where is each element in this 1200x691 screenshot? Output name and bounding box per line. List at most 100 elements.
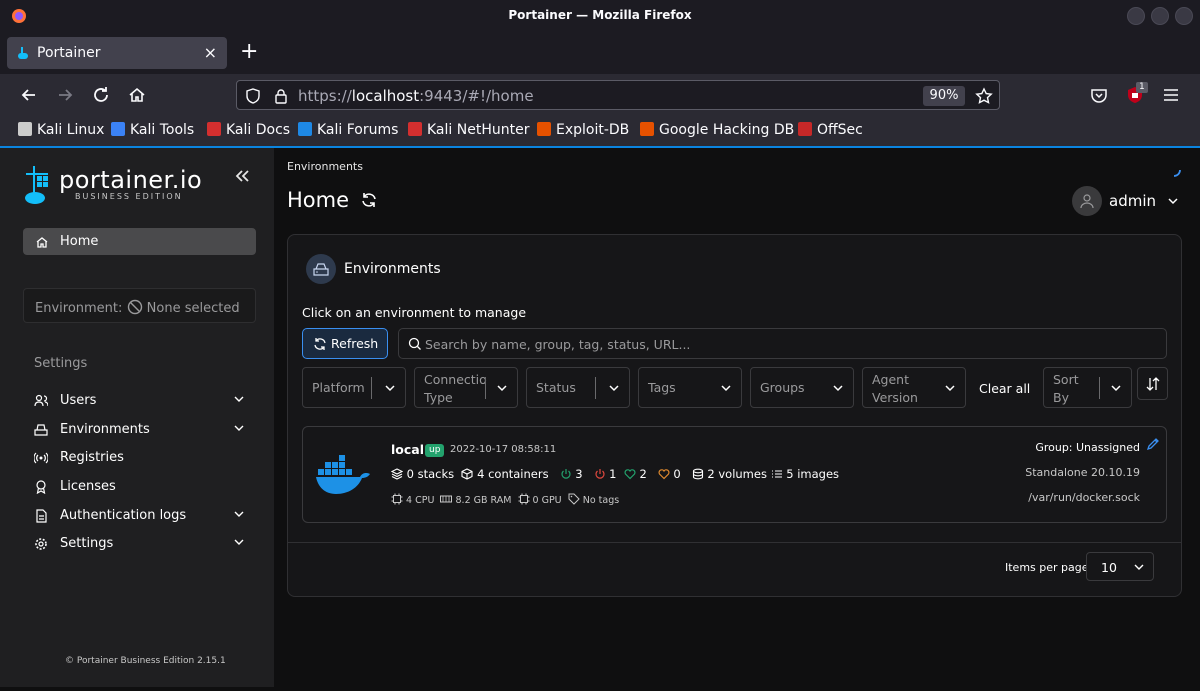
- tags-filter[interactable]: Tags: [638, 367, 742, 408]
- items-per-page-label: Items per page: [1005, 561, 1089, 574]
- items-per-page-select[interactable]: 10: [1086, 552, 1154, 581]
- broadcast-icon: [34, 452, 48, 464]
- sidebar-item-environments[interactable]: Environments: [34, 421, 246, 441]
- reload-icon: [94, 87, 108, 102]
- sidebar-item-registries[interactable]: Registries: [34, 449, 246, 469]
- bookmark-label: Google Hacking DB: [659, 122, 795, 138]
- bookmark-label: Kali Linux: [37, 122, 105, 138]
- filter-separator: [1099, 377, 1100, 399]
- tag-icon: [568, 493, 580, 505]
- card-divider: [288, 542, 1181, 543]
- new-tab-button[interactable]: +: [240, 39, 258, 64]
- bookmark-kali-forums[interactable]: Kali Forums: [298, 122, 398, 138]
- hamburger-menu-icon: [1164, 89, 1178, 101]
- forward-button[interactable]: [54, 84, 76, 106]
- status-filter[interactable]: Status: [526, 367, 630, 408]
- bookmark-google-hacking-db[interactable]: Google Hacking DB: [640, 122, 794, 138]
- settings-section-header: Settings: [34, 356, 88, 371]
- tab-portainer[interactable]: Portainer ×: [7, 37, 227, 69]
- gear-icon: [35, 538, 47, 550]
- filter-label-line-2: Version: [872, 390, 918, 405]
- menu-button[interactable]: [1160, 84, 1182, 106]
- ban-icon: [127, 299, 142, 315]
- filter-label: Sort By: [1053, 371, 1079, 407]
- window-title: Portainer — Mozilla Firefox: [508, 8, 692, 22]
- star-icon[interactable]: [975, 87, 993, 105]
- search-input[interactable]: [425, 335, 1145, 353]
- bookmark-label: Kali Docs: [226, 122, 291, 138]
- groups-filter[interactable]: Groups: [750, 367, 854, 408]
- sort-by-select[interactable]: Sort By: [1043, 367, 1132, 408]
- award-icon: [36, 480, 46, 494]
- shield-icon[interactable]: [245, 88, 261, 104]
- sidebar-item-users[interactable]: Users: [34, 392, 246, 412]
- bookmark-kali-docs[interactable]: Kali Docs: [207, 122, 290, 138]
- power-running-icon: [560, 469, 571, 479]
- tags-value: No tags: [582, 495, 620, 506]
- filter-label-line-1: Sort: [1053, 372, 1079, 387]
- collapse-sidebar-button[interactable]: [230, 164, 254, 188]
- pocket-button[interactable]: [1088, 84, 1110, 106]
- home-button[interactable]: [126, 84, 148, 106]
- agent-version-filter[interactable]: Agent Version: [862, 367, 966, 408]
- sidebar-item-label: Authentication logs: [60, 508, 187, 523]
- bookmark-exploit-db[interactable]: Exploit-DB: [537, 122, 629, 138]
- chevron-down-icon: [609, 385, 619, 392]
- stopped-count: 1: [609, 467, 617, 481]
- edit-pencil-icon[interactable]: [1146, 437, 1160, 451]
- platform-filter[interactable]: Platform: [302, 367, 406, 408]
- bookmark-kali-tools[interactable]: Kali Tools: [111, 122, 194, 138]
- extension-button[interactable]: 1: [1124, 82, 1148, 106]
- bookmark-kali-nethunter[interactable]: Kali NetHunter: [408, 122, 529, 138]
- environment-item-local[interactable]: local up 2022-10-17 08:58:11 0 stacks 4 …: [302, 426, 1167, 523]
- close-window-button[interactable]: [1175, 7, 1193, 25]
- back-button[interactable]: [18, 84, 40, 106]
- sidebar-item-licenses[interactable]: Licenses: [34, 478, 246, 498]
- zoom-level[interactable]: 90%: [923, 86, 965, 106]
- arrow-left-icon: [21, 89, 35, 101]
- chevron-down-icon: [234, 396, 244, 402]
- clear-all-button[interactable]: Clear all: [979, 381, 1030, 396]
- sidebar-item-settings[interactable]: Settings: [34, 535, 246, 555]
- refresh-button[interactable]: Refresh: [302, 328, 388, 359]
- offsec-icon: [798, 122, 812, 136]
- reload-button[interactable]: [90, 84, 112, 106]
- kali-tools-icon: [111, 122, 125, 136]
- bookmark-label: Exploit-DB: [556, 122, 630, 138]
- bookmark-kali-linux[interactable]: Kali Linux: [18, 122, 104, 138]
- ram-amount: 8.2 GB RAM: [455, 495, 512, 506]
- environment-timestamp: 2022-10-17 08:58:11: [450, 444, 557, 455]
- bookmark-label: Kali Forums: [317, 122, 399, 138]
- database-icon: [692, 468, 703, 480]
- home-icon: [36, 237, 48, 248]
- sidebar-item-authentication-logs[interactable]: Authentication logs: [34, 507, 246, 527]
- logo-subtitle: BUSINESS EDITION: [75, 192, 183, 201]
- tab-strip: Portainer × +: [0, 32, 1200, 74]
- sort-direction-button[interactable]: [1137, 367, 1168, 400]
- environment-group: Group: Unassigned: [1035, 441, 1140, 454]
- bookmark-offsec[interactable]: OffSec: [798, 122, 863, 138]
- sidebar-item-label: Settings: [60, 536, 114, 551]
- loading-spinner-icon: [1173, 169, 1181, 177]
- url-bar[interactable]: https://localhost:9443/#!/home 90%: [236, 80, 1000, 110]
- environments-card: Environments Click on an environment to …: [287, 234, 1182, 597]
- sidebar-item-home[interactable]: Home: [23, 228, 256, 255]
- bookmarks-bar: Kali Linux Kali Tools Kali Docs Kali For…: [0, 116, 1200, 146]
- connection-type-filter[interactable]: Connectio Type: [414, 367, 518, 408]
- url-prefix: https://: [298, 87, 352, 105]
- page-title: Home: [287, 188, 378, 212]
- bookmark-label: OffSec: [817, 122, 863, 138]
- url-text[interactable]: https://localhost:9443/#!/home: [298, 87, 534, 105]
- minimize-button[interactable]: [1127, 7, 1145, 25]
- window-titlebar: Portainer — Mozilla Firefox: [0, 0, 1200, 32]
- close-tab-icon[interactable]: ×: [204, 43, 217, 62]
- heart-healthy-icon: [624, 469, 636, 480]
- chevron-down-icon: [1134, 564, 1144, 570]
- sort-icon: [1146, 377, 1160, 391]
- extension-badge: 1: [1136, 82, 1148, 93]
- maximize-button[interactable]: [1151, 7, 1169, 25]
- lock-icon[interactable]: [273, 88, 289, 104]
- cpu-icon: [391, 493, 403, 505]
- sidebar: portainer.io BUSINESS EDITION Home Envir…: [0, 148, 274, 687]
- refresh-icon[interactable]: [360, 191, 378, 209]
